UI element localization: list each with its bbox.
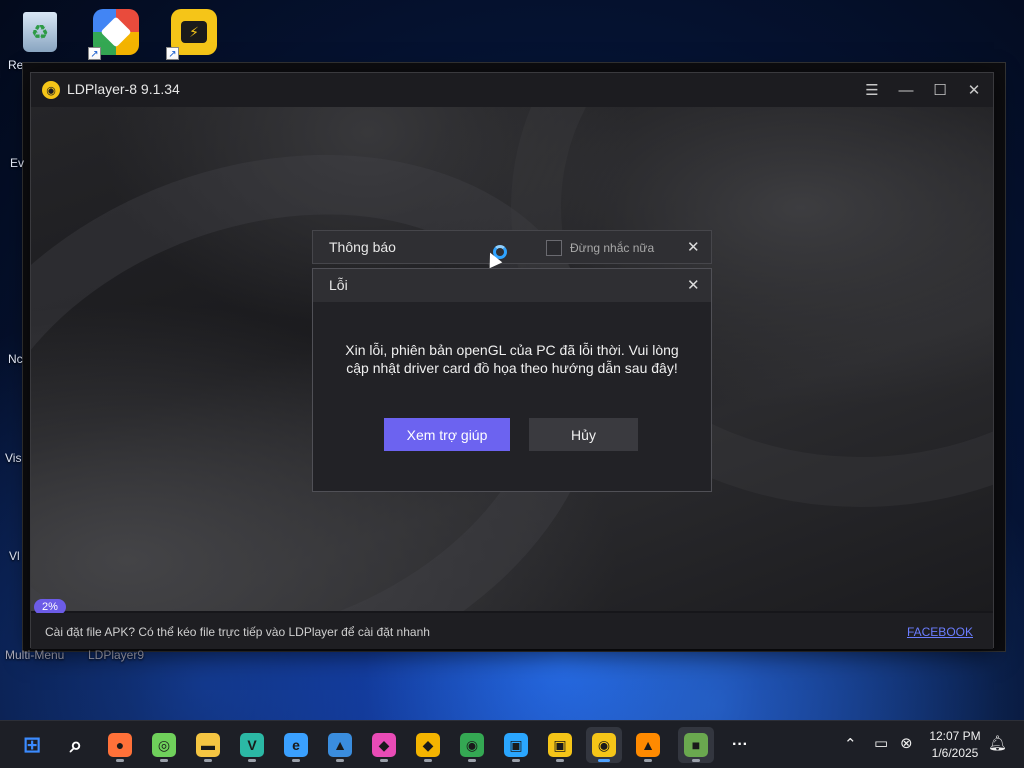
clock-date[interactable]: 1/6/2025 [922,746,988,760]
firefox-icon: ● [108,733,132,757]
volume-muted-icon[interactable]: ⊗ [900,734,913,752]
error-message: Xin lỗi, phiên bản openGL của PC đã lỗi … [345,342,679,376]
taskbar-chrome-button[interactable]: ◉ [454,727,490,763]
running-indicator [644,759,652,762]
error-close-icon[interactable]: ✕ [687,276,700,294]
network-app-icon: ▣ [504,733,528,757]
desktop-icon-label: Nc [8,352,23,366]
search-icon: ⌕ [69,732,83,757]
maximize-button[interactable]: ☐ [925,77,955,103]
window-title: LDPlayer-8 9.1.34 [67,81,180,97]
title-bar[interactable]: ◉ LDPlayer-8 9.1.34 ☰ — ☐ ✕ [31,73,993,107]
error-dialog-header: Lỗi ✕ [313,269,711,302]
taskbar-cd-burner-button[interactable]: ◎ [146,727,182,763]
running-indicator [160,759,168,762]
taskbar-visual-studio-code-button[interactable]: V [234,727,270,763]
taskbar: ⊞ ⌕ ● ◎ ▬ Ve ▲ ◆ ◆ ◉ ▣ ▣ ◉ ▲ ■ ··· ⌃ ▭ ⊗ 12:07 PM 1/6/2… [0,720,1024,768]
cd-burner-icon: ◎ [152,733,176,757]
taskbar-minecraft-button[interactable]: ■ [678,727,714,763]
file-explorer-icon: ▬ [196,733,220,757]
minimize-button[interactable]: — [891,77,921,103]
show-hidden-icons-chevron-icon[interactable]: ⌃ [844,735,857,753]
shortcut-arrow-icon: ↗ [166,47,179,60]
ldplayer-logo-icon: ◉ [42,81,60,99]
clock-time[interactable]: 12:07 PM [922,729,988,743]
network-icon[interactable]: ▭ [874,734,888,752]
error-dialog: Lỗi ✕ Xin lỗi, phiên bản openGL của PC đ… [312,268,712,492]
running-indicator [424,759,432,762]
taskbar-ldmultiplayer-button[interactable]: ▣ [542,727,578,763]
minecraft-icon: ■ [684,733,708,757]
chrome-icon: ◉ [460,733,484,757]
running-indicator [468,759,476,762]
ldplayer8-icon: ◉ [592,733,616,757]
notice-close-icon[interactable]: ✕ [687,238,700,256]
taskbar-ldplayer8-button[interactable]: ◉ [586,727,622,763]
taskbar-search-button[interactable]: ⌕ [58,727,94,763]
notice-dialog: Thông báo Đừng nhắc nữa ✕ [312,230,712,264]
running-indicator [556,759,564,762]
taskbar-start-button[interactable]: ⊞ [14,727,50,763]
more-icon: ··· [732,736,748,753]
close-button[interactable]: ✕ [959,77,989,103]
visual-studio-code-icon: V [240,733,264,757]
taskbar-ldplayer9-button[interactable]: ◆ [410,727,446,763]
start-icon: ⊞ [22,732,42,757]
running-indicator [692,759,700,762]
shortcut-arrow-icon: ↗ [88,47,101,60]
desktop-icon-label: LDPlayer9 [88,648,145,662]
taskbar-photos-button[interactable]: ▲ [322,727,358,763]
desktop-icon-label: Vl [9,549,20,563]
error-title: Lỗi [329,277,348,293]
taskbar-firefox-button[interactable]: ● [102,727,138,763]
tip-bar: Cài đặt file APK? Có thể kéo file trực t… [31,613,993,649]
internet-explorer-icon: e [284,733,308,757]
ldplayer9-shortcut-icon[interactable]: ↗ [88,4,144,60]
ldmultiplayer-shortcut-icon[interactable]: ⚡ ↗ [166,4,222,60]
ldplayer9-icon: ◆ [416,733,440,757]
running-indicator [380,759,388,762]
taskbar-colorful-app-button[interactable]: ◆ [366,727,402,763]
recycle-bin-icon[interactable]: ♻ [12,4,68,60]
photos-icon: ▲ [328,733,352,757]
taskbar-more-button[interactable]: ··· [722,727,758,763]
facebook-link[interactable]: FACEBOOK [907,625,973,639]
dont-remind-label[interactable]: Đừng nhắc nữa [570,241,654,255]
running-indicator [204,759,212,762]
taskbar-network-app-button[interactable]: ▣ [498,727,534,763]
running-indicator [512,759,520,762]
running-indicator [336,759,344,762]
ldmultiplayer-icon: ▣ [548,733,572,757]
notice-title: Thông báo [329,239,396,255]
desktop-icon-label: Multi-Menu [5,648,65,662]
taskbar-vlc-button[interactable]: ▲ [630,727,666,763]
running-indicator [248,759,256,762]
running-indicator [292,759,300,762]
colorful-app-icon: ◆ [372,733,396,757]
running-indicator [116,759,124,762]
taskbar-internet-explorer-button[interactable]: e [278,727,314,763]
dont-remind-checkbox[interactable] [546,240,562,256]
taskbar-file-explorer-button[interactable]: ▬ [190,727,226,763]
desktop-icon-label: Vis [5,451,22,465]
notification-bell-icon[interactable]: 🔔︎ [988,734,1007,752]
desktop-icon-label: Ev [10,156,25,170]
vlc-icon: ▲ [636,733,660,757]
cancel-button[interactable]: Hủy [529,418,638,451]
tip-text: Cài đặt file APK? Có thể kéo file trực t… [45,625,430,639]
view-help-button[interactable]: Xem trợ giúp [384,418,510,451]
menu-icon[interactable]: ☰ [857,77,887,103]
running-indicator [598,759,610,762]
